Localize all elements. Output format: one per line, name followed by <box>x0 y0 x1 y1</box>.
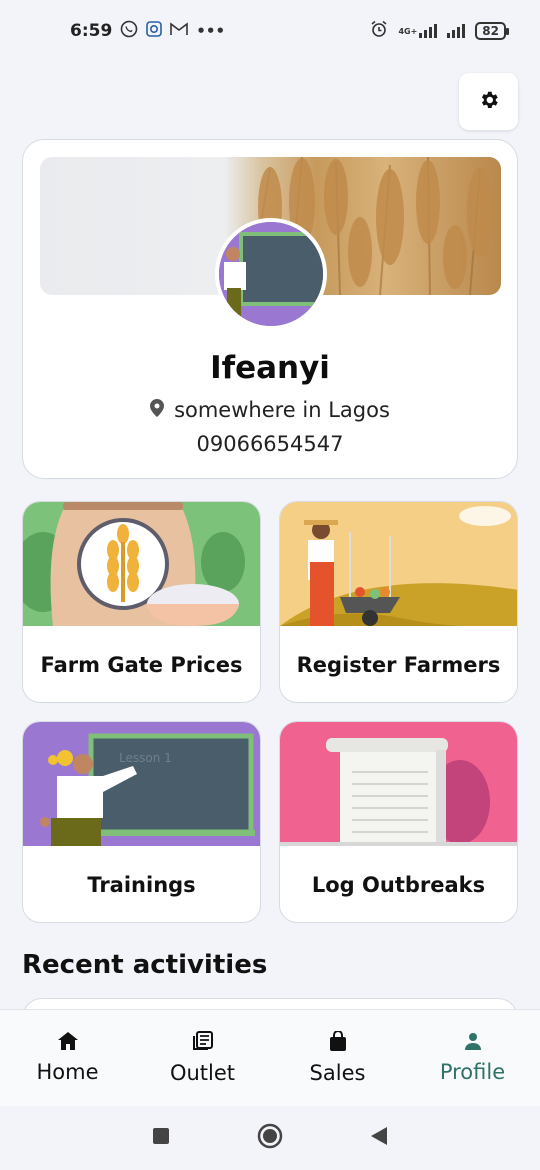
profile-location: somewhere in Lagos <box>23 398 517 422</box>
nav-profile[interactable]: Profile <box>405 1010 540 1107</box>
network-type-label: 4G+ <box>398 26 418 36</box>
tile-label: Trainings <box>87 873 196 897</box>
recent-activities-title: Recent activities <box>22 950 268 980</box>
status-left: 6:59 ••• <box>70 20 225 42</box>
gear-icon <box>478 89 500 115</box>
tile-register-farmers[interactable]: Register Farmers <box>279 501 518 703</box>
notepad-illustration <box>280 722 517 846</box>
tile-label: Farm Gate Prices <box>40 653 243 677</box>
status-time: 6:59 <box>70 21 113 41</box>
nav-outlet[interactable]: Outlet <box>135 1010 270 1107</box>
location-text: somewhere in Lagos <box>174 398 390 422</box>
nav-home[interactable]: Home <box>0 1010 135 1107</box>
wheat-sack-illustration <box>23 502 260 626</box>
signal-strength-icon <box>419 24 438 38</box>
camera-app-icon <box>146 21 163 41</box>
alarm-icon <box>370 20 388 42</box>
android-system-bar <box>0 1106 540 1170</box>
square-icon <box>153 1128 169 1148</box>
gmail-icon <box>170 22 189 40</box>
tile-label: Log Outbreaks <box>311 873 486 897</box>
tile-farm-gate-prices[interactable]: Farm Gate Prices <box>22 501 261 703</box>
tile-label: Register Farmers <box>296 653 501 677</box>
status-bar: 6:59 ••• 4G+ 82 <box>0 0 540 62</box>
circle-icon <box>257 1123 283 1153</box>
farmer-wheelbarrow-illustration <box>280 502 517 626</box>
signal-strength-2-icon <box>447 24 466 38</box>
battery-indicator: 82 <box>475 22 509 40</box>
home-icon <box>57 1032 78 1054</box>
person-icon <box>464 1032 482 1054</box>
newspaper-icon <box>192 1031 213 1055</box>
whatsapp-icon <box>120 20 138 42</box>
back-triangle-icon <box>371 1127 387 1149</box>
home-system-button[interactable] <box>257 1123 283 1153</box>
nav-label: Home <box>36 1060 99 1084</box>
nav-sales[interactable]: Sales <box>270 1010 405 1107</box>
more-notifications-icon: ••• <box>196 22 226 40</box>
settings-button[interactable] <box>459 73 518 130</box>
bottom-nav: Home Outlet Sales Profile <box>0 1009 540 1106</box>
status-right: 4G+ 82 <box>370 20 509 42</box>
profile-name: Ifeanyi <box>210 350 330 386</box>
svg-text:Lesson 1: Lesson 1 <box>119 751 172 765</box>
tile-log-outbreaks[interactable]: Log Outbreaks <box>279 721 518 923</box>
shopping-bag-icon <box>329 1030 347 1055</box>
tile-trainings[interactable]: Lesson 1 Trainings <box>22 721 261 923</box>
profile-card: Ifeanyi somewhere in Lagos 09066654547 <box>22 139 518 479</box>
avatar[interactable] <box>215 218 327 330</box>
nav-label: Outlet <box>169 1061 236 1085</box>
back-button[interactable] <box>371 1127 387 1149</box>
nav-label: Sales <box>309 1061 366 1085</box>
nav-label: Profile <box>439 1060 506 1084</box>
profile-phone: 09066654547 <box>196 432 344 456</box>
recents-button[interactable] <box>153 1128 169 1148</box>
teacher-chalkboard-illustration: Lesson 1 <box>23 722 260 846</box>
location-pin-icon <box>150 398 165 422</box>
